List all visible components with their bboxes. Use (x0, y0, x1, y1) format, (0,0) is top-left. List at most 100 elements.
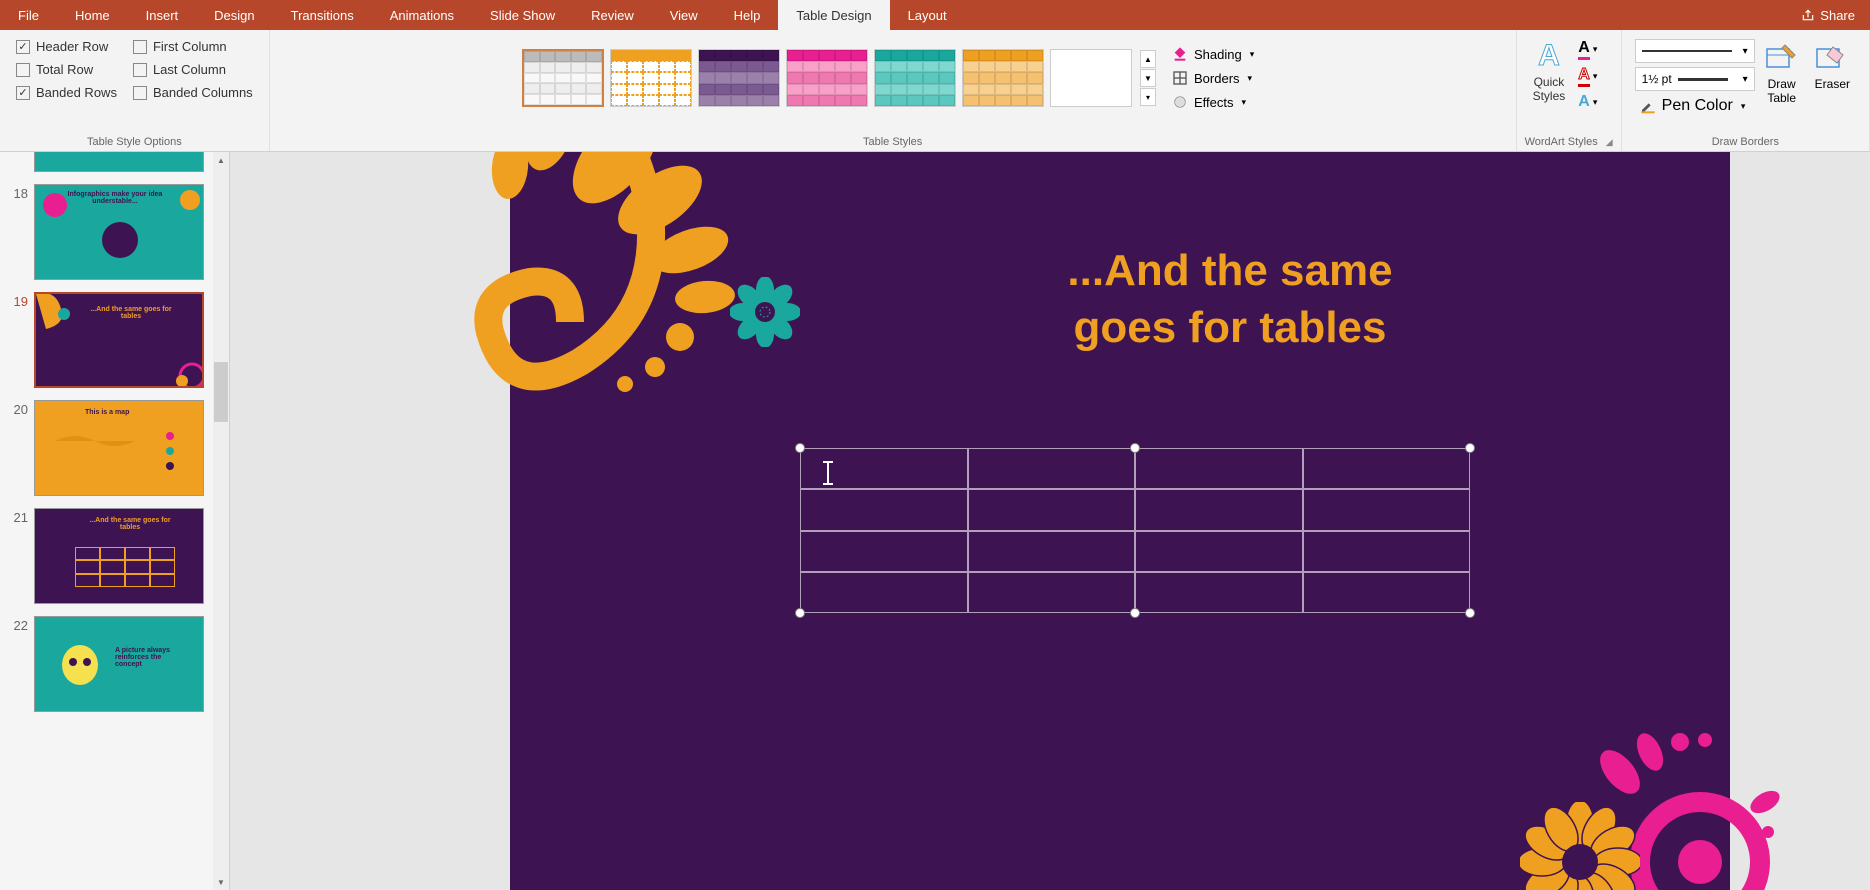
gallery-more[interactable]: ▾ (1140, 88, 1156, 106)
slide-number: 18 (8, 184, 28, 201)
slide-thumb-21[interactable]: ...And the same goes for tables (34, 508, 204, 604)
slide-thumb-22[interactable]: A picture always reinforces the concept (34, 616, 204, 712)
text-outline-button[interactable]: A▾ (1578, 66, 1597, 87)
borders-icon (1171, 70, 1189, 86)
scroll-up-button[interactable]: ▲ (213, 152, 229, 168)
table-style-6[interactable] (962, 49, 1044, 107)
text-cursor-icon (827, 461, 829, 485)
quick-styles-button[interactable]: A (1538, 39, 1560, 73)
menu-help[interactable]: Help (716, 0, 779, 30)
table-cell[interactable] (1303, 489, 1471, 530)
slide-number: 19 (8, 292, 28, 309)
table-cell[interactable] (1303, 531, 1471, 572)
resize-handle[interactable] (1130, 608, 1140, 618)
slide-canvas[interactable]: ...And the same goes for tables (230, 152, 1870, 890)
check-first-column[interactable]: First Column (133, 39, 253, 54)
table-cell[interactable] (968, 572, 1136, 613)
eraser-button[interactable]: Eraser (1809, 39, 1856, 117)
checkbox-icon: ✓ (16, 40, 30, 54)
scroll-down-button[interactable]: ▼ (213, 874, 229, 890)
menu-review[interactable]: Review (573, 0, 652, 30)
table-style-3[interactable] (698, 49, 780, 107)
menu-transitions[interactable]: Transitions (273, 0, 372, 30)
shading-button[interactable]: Shading ▾ (1167, 44, 1258, 64)
pen-color-button[interactable]: Pen Color ▾ (1635, 95, 1755, 117)
borders-button[interactable]: Borders ▾ (1167, 68, 1258, 88)
menu-design[interactable]: Design (196, 0, 272, 30)
checkbox-icon (16, 63, 30, 77)
group-wordart-styles: A Quick Styles A▾ A▾ A▾ WordArt Styles ◢ (1517, 30, 1622, 151)
table-cell[interactable] (1303, 572, 1471, 613)
table-cell[interactable] (1303, 448, 1471, 489)
table-style-5[interactable] (874, 49, 956, 107)
table-cell[interactable] (800, 572, 968, 613)
table-style-1[interactable] (522, 49, 604, 107)
pen-style-select[interactable] (1635, 39, 1755, 63)
gallery-down[interactable]: ▼ (1140, 69, 1156, 87)
menu-slide-show[interactable]: Slide Show (472, 0, 573, 30)
table-cell[interactable] (1135, 531, 1303, 572)
slide-number: 20 (8, 400, 28, 417)
table-style-2[interactable] (610, 49, 692, 107)
check-last-column[interactable]: Last Column (133, 62, 253, 77)
thumb-decor-icon (167, 351, 204, 388)
scrollbar-thumb[interactable] (214, 362, 228, 422)
paint-bucket-icon (1171, 46, 1189, 62)
resize-handle[interactable] (1465, 608, 1475, 618)
flower-decoration-icon (1520, 802, 1640, 890)
resize-handle[interactable] (795, 608, 805, 618)
thumbnail-scrollbar[interactable]: ▲ ▼ (213, 152, 229, 890)
table-cell[interactable] (1135, 489, 1303, 530)
main-area: 18 Infographics make your idea understab… (0, 152, 1870, 890)
current-slide[interactable]: ...And the same goes for tables (510, 152, 1730, 890)
menu-layout[interactable]: Layout (890, 0, 965, 30)
resize-handle[interactable] (1465, 443, 1475, 453)
thumb-decor-icon (34, 292, 86, 344)
text-fill-button[interactable]: A▾ (1578, 39, 1597, 60)
text-effects-button[interactable]: A▾ (1578, 93, 1597, 111)
draw-table-button[interactable]: Draw Table (1759, 39, 1805, 117)
table-cell[interactable] (968, 531, 1136, 572)
gallery-up[interactable]: ▲ (1140, 50, 1156, 68)
table-cell[interactable] (968, 448, 1136, 489)
slide-thumb-20[interactable]: This is a map (34, 400, 204, 496)
group-table-styles: ▲ ▼ ▾ Shading ▾ Borders ▾ (270, 30, 1517, 151)
check-header-row[interactable]: ✓ Header Row (16, 39, 117, 54)
flower-decoration-icon (730, 277, 800, 347)
dialog-launcher-icon[interactable]: ◢ (1606, 137, 1613, 148)
group-table-style-options: ✓ Header Row Total Row ✓ Banded Rows Fir… (0, 30, 270, 151)
line-weight-icon (1678, 78, 1728, 81)
share-button[interactable]: Share (1786, 0, 1870, 30)
group-label: WordArt Styles ◢ (1525, 133, 1613, 151)
table-cell[interactable] (968, 489, 1136, 530)
slide-table-object[interactable] (800, 448, 1470, 613)
group-label: Table Styles (278, 133, 1508, 151)
check-banded-columns[interactable]: Banded Columns (133, 85, 253, 100)
menu-insert[interactable]: Insert (128, 0, 197, 30)
table-cell[interactable] (800, 531, 968, 572)
slide-thumb-17-partial[interactable] (34, 152, 204, 172)
table-style-4[interactable] (786, 49, 868, 107)
slide-title[interactable]: ...And the same goes for tables (910, 242, 1550, 356)
group-draw-borders: 1½ pt Pen Color ▾ Draw Table Eraser (1622, 30, 1870, 151)
check-banded-rows[interactable]: ✓ Banded Rows (16, 85, 117, 100)
share-icon (1801, 8, 1815, 22)
slide-thumb-18[interactable]: Infographics make your idea understable.… (34, 184, 204, 280)
menu-view[interactable]: View (652, 0, 716, 30)
check-total-row[interactable]: Total Row (16, 62, 117, 77)
menu-animations[interactable]: Animations (372, 0, 472, 30)
table-cell[interactable] (1135, 572, 1303, 613)
table-cell[interactable] (800, 489, 968, 530)
menu-table-design[interactable]: Table Design (778, 0, 889, 30)
table-style-7[interactable] (1050, 49, 1132, 107)
effects-button[interactable]: Effects ▾ (1167, 92, 1258, 112)
table-cell[interactable] (1135, 448, 1303, 489)
resize-handle[interactable] (795, 443, 805, 453)
resize-handle[interactable] (1130, 443, 1140, 453)
menu-home[interactable]: Home (57, 0, 128, 30)
group-label: Draw Borders (1630, 133, 1861, 151)
pen-weight-select[interactable]: 1½ pt (1635, 67, 1755, 91)
menu-file[interactable]: File (0, 0, 57, 30)
ribbon: ✓ Header Row Total Row ✓ Banded Rows Fir… (0, 30, 1870, 152)
slide-thumb-19[interactable]: ...And the same goes for tables (34, 292, 204, 388)
